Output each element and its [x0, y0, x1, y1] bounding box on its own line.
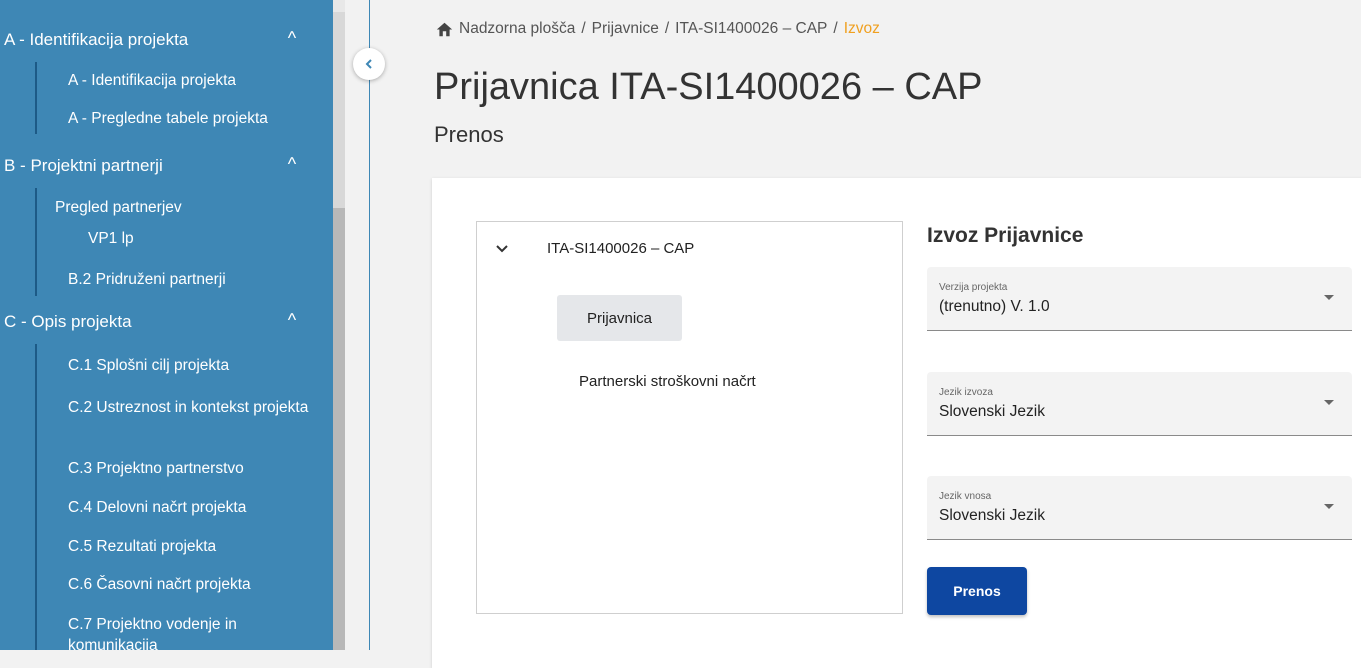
- field-label: Jezik izvoza: [939, 387, 993, 398]
- sidebar: A - Identifikacija projekta ^ A - Identi…: [0, 0, 333, 650]
- field-value: Slovenski Jezik: [939, 403, 1045, 420]
- tree-line: [35, 188, 37, 296]
- tree-line: [35, 62, 37, 134]
- chevron-down-icon[interactable]: [495, 244, 509, 254]
- breadcrumb-project[interactable]: ITA-SI1400026 – CAP: [675, 20, 827, 38]
- tree-line: [35, 344, 37, 650]
- sidebar-item-pregled-partnerjev[interactable]: Pregled partnerjev: [55, 197, 305, 218]
- breadcrumb-separator: /: [833, 20, 838, 37]
- sidebar-group-label: A - Identifikacija projekta: [4, 30, 189, 49]
- sidebar-item-c2[interactable]: C.2 Ustreznost in kontekst projekta: [68, 397, 318, 418]
- scrollbar-thumb[interactable]: [333, 208, 345, 650]
- export-language-select[interactable]: Jezik izvoza Slovenski Jezik: [927, 372, 1352, 436]
- collapse-sidebar-button[interactable]: [353, 48, 385, 80]
- tree-node-partnerski[interactable]: Partnerski stroškovni načrt: [579, 373, 756, 390]
- sidebar-item-c3[interactable]: C.3 Projektno partnerstvo: [68, 458, 318, 479]
- sidebar-group-c[interactable]: C - Opis projekta ^: [0, 304, 333, 340]
- tree-root[interactable]: ITA-SI1400026 – CAP: [495, 240, 694, 257]
- scrollbar-track-top: [333, 0, 345, 12]
- export-title: Izvoz Prijavnice: [927, 224, 1084, 247]
- sidebar-item-vp1[interactable]: VP1 lp: [88, 228, 333, 249]
- page-title: Prijavnica ITA-SI1400026 – CAP: [434, 66, 983, 108]
- page-subtitle: Prenos: [434, 122, 504, 147]
- sidebar-item-a-pregledne[interactable]: A - Pregledne tabele projekta: [68, 108, 318, 129]
- tree-node-prijavnica[interactable]: Prijavnica: [557, 295, 682, 341]
- breadcrumb-current: Izvoz: [843, 20, 880, 37]
- home-icon[interactable]: [436, 21, 453, 38]
- dropdown-arrow-icon[interactable]: [1324, 504, 1334, 509]
- sidebar-divider: [369, 0, 370, 650]
- sidebar-item-c7[interactable]: C.7 Projektno vodenje in komunikacija: [68, 614, 318, 650]
- field-label: Verzija projekta: [939, 282, 1008, 293]
- dropdown-arrow-icon[interactable]: [1324, 295, 1334, 300]
- download-button[interactable]: Prenos: [927, 567, 1027, 615]
- sidebar-group-a[interactable]: A - Identifikacija projekta ^: [0, 22, 333, 58]
- field-label: Jezik vnosa: [939, 491, 992, 502]
- breadcrumb-home[interactable]: Nadzorna plošča: [459, 20, 575, 38]
- sidebar-item-c6[interactable]: C.6 Časovni načrt projekta: [68, 574, 318, 595]
- input-language-select[interactable]: Jezik vnosa Slovenski Jezik: [927, 476, 1352, 540]
- breadcrumb-separator: /: [664, 20, 670, 37]
- sidebar-scrollbar[interactable]: [333, 0, 345, 650]
- sidebar-item-a-identifikacija[interactable]: A - Identifikacija projekta: [68, 70, 318, 91]
- breadcrumb-prijavnice[interactable]: Prijavnice: [592, 20, 659, 38]
- project-tree: [476, 221, 903, 614]
- sidebar-item-b2[interactable]: B.2 Pridruženi partnerji: [68, 269, 318, 290]
- sidebar-item-c1[interactable]: C.1 Splošni cilj projekta: [68, 355, 318, 376]
- chevron-up-icon: ^: [287, 154, 297, 174]
- field-value: Slovenski Jezik: [939, 507, 1045, 524]
- field-value: (trenutno) V. 1.0: [939, 298, 1050, 315]
- chevron-left-icon: [365, 59, 372, 69]
- sidebar-group-label: B - Projektni partnerji: [4, 156, 163, 175]
- sidebar-group-b[interactable]: B - Projektni partnerji ^: [0, 148, 333, 184]
- chevron-up-icon: ^: [287, 310, 297, 330]
- chevron-up-icon: ^: [287, 28, 297, 48]
- dropdown-arrow-icon[interactable]: [1324, 400, 1334, 405]
- sidebar-item-c5[interactable]: C.5 Rezultati projekta: [68, 536, 318, 557]
- breadcrumb-separator: /: [581, 20, 586, 37]
- sidebar-item-c4[interactable]: C.4 Delovni načrt projekta: [68, 497, 318, 518]
- sidebar-group-label: C - Opis projekta: [4, 312, 132, 331]
- tree-root-label: ITA-SI1400026 – CAP: [547, 240, 695, 257]
- breadcrumb: Nadzorna plošča / Prijavnice / ITA-SI140…: [436, 20, 880, 38]
- version-select[interactable]: Verzija projekta (trenutno) V. 1.0: [927, 267, 1352, 331]
